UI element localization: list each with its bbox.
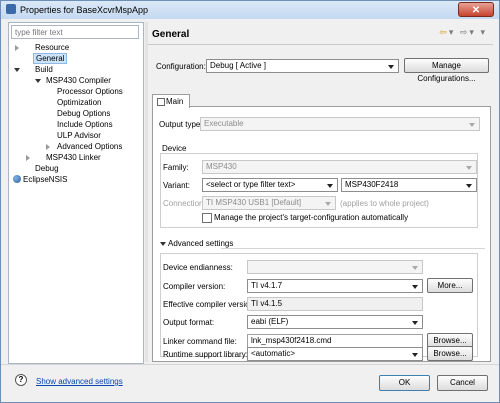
connection-select: TI MSP430 USB1 [Default] [202,196,336,210]
tree-item-ulp-advisor[interactable]: ULP Advisor [57,130,101,141]
header-divider [148,44,493,45]
view-menu-chevron-icon[interactable]: ▾ [480,27,487,37]
output-type-value: Executable [204,119,244,128]
chevron-down-icon [466,184,472,188]
effective-compiler-label: Effective compiler version: [163,300,257,309]
connection-note: (applies to whole project) [340,199,429,208]
chevron-down-icon [469,123,475,127]
chevron-down-icon [412,266,418,270]
filter-input[interactable] [11,25,139,39]
chevron-down-icon [412,353,418,357]
effective-compiler-field: TI v4.1.5 [247,297,423,311]
tree-item-debug-options[interactable]: Debug Options [57,108,110,119]
help-icon[interactable]: ? [15,374,27,386]
advanced-divider [221,248,485,249]
compiler-version-label: Compiler version: [163,282,226,291]
tree-item-eclipse-nsis[interactable]: EclipseNSIS [23,174,67,185]
close-button[interactable]: ✕ [458,2,494,17]
output-format-value: eabi (ELF) [251,317,289,326]
output-format-select[interactable]: eabi (ELF) [247,315,423,329]
show-advanced-settings-link[interactable]: Show advanced settings [36,377,123,386]
general-page: General ⇦▾ ⇨▾ ▾ Configuration: Debug [ A… [148,22,493,362]
collapse-compiler-icon[interactable] [35,79,41,83]
collapse-build-icon[interactable] [14,68,20,72]
chevron-down-icon [466,166,472,170]
device-endianness-label: Device endianness: [163,263,233,272]
main-tab-content: Output type: Executable Device Family: M… [152,106,491,362]
connection-value: TI MSP430 USB1 [Default] [206,198,302,207]
expand-advanced-options-icon[interactable] [46,144,50,150]
footer-divider [1,364,499,365]
tree-item-msp430-linker[interactable]: MSP430 Linker [46,152,101,163]
ok-button[interactable]: OK [379,375,430,391]
tab-main-icon [157,98,165,106]
forward-arrow-icon[interactable]: ⇨ [460,27,470,37]
tree-item-optimization[interactable]: Optimization [57,97,101,108]
manage-configurations-button[interactable]: Manage Configurations... [404,58,489,83]
chevron-down-icon [412,285,418,289]
history-nav: ⇦▾ ⇨▾ ▾ [439,27,487,38]
device-endianness-select [247,260,423,274]
runtime-library-value: <automatic> [251,349,296,358]
tree-item-msp430-compiler[interactable]: MSP430 Compiler [46,75,111,86]
output-type-label: Output type: [159,120,203,129]
app-icon [6,4,16,14]
runtime-library-select[interactable]: <automatic> [247,347,423,361]
forward-menu-chevron-icon[interactable]: ▾ [469,27,476,37]
output-format-label: Output format: [163,318,215,327]
chevron-down-icon [327,184,333,188]
tree-item-resource[interactable]: Resource [35,42,69,53]
compiler-version-value: TI v4.1.7 [251,281,283,290]
family-label: Family: [163,163,189,172]
compiler-version-select[interactable]: TI v4.1.7 [247,279,423,293]
connection-label: Connection: [163,199,206,208]
tab-main[interactable]: Main [152,94,190,108]
manage-target-checkbox[interactable] [202,213,212,223]
property-tree-pane: Resource General Build MSP430 Compiler P… [8,22,144,364]
expand-resource-icon[interactable] [15,45,19,51]
device-group-label: Device [162,144,187,153]
window-title: Properties for BaseXcvrMspApp [20,5,149,15]
chevron-down-icon [412,321,418,325]
output-type-select: Executable [200,117,480,131]
expand-linker-icon[interactable] [26,155,30,161]
browse-runtime-button[interactable]: Browse... [427,346,473,361]
back-menu-chevron-icon[interactable]: ▾ [449,27,456,37]
variant-filter-select[interactable]: <select or type filter text> [202,178,338,192]
variant-label: Variant: [163,181,190,190]
tree-item-debug[interactable]: Debug [35,163,59,174]
tree-item-include-options[interactable]: Include Options [57,119,113,130]
manage-target-label: Manage the project's target-configuratio… [214,213,409,222]
more-button[interactable]: More... [427,278,473,293]
family-value: MSP430 [206,162,237,171]
collapse-advanced-icon[interactable] [160,242,166,246]
chevron-down-icon [388,65,394,69]
variant-select[interactable]: MSP430F2418 [341,178,477,192]
family-select: MSP430 [202,160,477,174]
tree-item-processor-options[interactable]: Processor Options [57,86,123,97]
title-bar: Properties for BaseXcvrMspApp ✕ [1,1,499,19]
advanced-settings-label[interactable]: Advanced settings [168,239,233,248]
tree-item-build[interactable]: Build [35,64,53,75]
configuration-value: Debug [ Active ] [210,61,267,70]
eclipse-nsis-icon [13,175,21,183]
tab-main-label: Main [166,97,184,106]
linker-command-input[interactable]: lnk_msp430f2418.cmd [247,334,423,348]
configuration-label: Configuration: [156,62,206,71]
properties-dialog: Properties for BaseXcvrMspApp ✕ Resource… [0,0,500,403]
variant-filter-value: <select or type filter text> [206,180,296,189]
tree-item-general[interactable]: General [33,53,68,64]
configuration-select[interactable]: Debug [ Active ] [206,59,399,73]
cancel-button[interactable]: Cancel [437,375,488,391]
runtime-library-label: Runtime support library: [163,350,248,359]
variant-value: MSP430F2418 [345,180,399,189]
page-title: General [152,29,190,40]
back-arrow-icon[interactable]: ⇦ [439,27,449,37]
chevron-down-icon [325,202,331,206]
tree-item-advanced-options[interactable]: Advanced Options [57,141,122,152]
linker-command-label: Linker command file: [163,337,237,346]
